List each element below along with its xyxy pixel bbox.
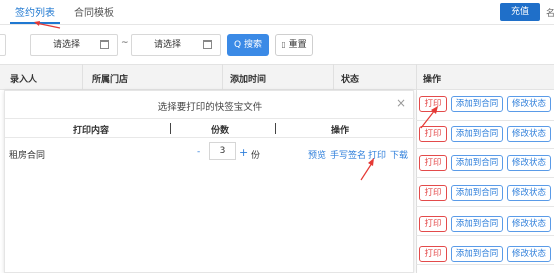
print-button[interactable]: 打印 bbox=[419, 185, 447, 201]
modify-status-button[interactable]: 修改状态 bbox=[507, 185, 551, 201]
add-to-contract-button[interactable]: 添加到合同 bbox=[451, 246, 503, 262]
add-to-contract-button[interactable]: 添加到合同 bbox=[451, 216, 503, 232]
print-button[interactable]: 打印 bbox=[419, 155, 447, 171]
row-divider bbox=[416, 148, 554, 149]
add-to-contract-button[interactable]: 添加到合同 bbox=[451, 155, 503, 171]
unit-label: 份 bbox=[251, 151, 261, 161]
row-divider bbox=[416, 177, 554, 178]
reset-button[interactable]: ▯ 重置 bbox=[275, 34, 313, 56]
table-header: 录入人 所属门店 添加时间 状态 操作 bbox=[0, 64, 554, 90]
annotation-arrow-dialog-print bbox=[360, 158, 374, 181]
actions-col-divider bbox=[416, 64, 417, 273]
annotation-arrow-print bbox=[420, 106, 438, 129]
row-divider bbox=[416, 235, 554, 236]
row-divider bbox=[416, 264, 554, 265]
col-entered-by: 录入人 bbox=[10, 75, 38, 85]
row-divider bbox=[416, 206, 554, 207]
modify-status-button[interactable]: 修改状态 bbox=[507, 246, 551, 262]
close-icon[interactable]: × bbox=[396, 96, 406, 110]
increment-button[interactable]: + bbox=[239, 146, 248, 159]
truncated-label: 名 bbox=[546, 9, 554, 19]
modify-status-button[interactable]: 修改状态 bbox=[507, 96, 551, 112]
modify-status-button[interactable]: 修改状态 bbox=[507, 155, 551, 171]
add-to-contract-button[interactable]: 添加到合同 bbox=[451, 126, 503, 142]
decrement-button[interactable]: - bbox=[197, 147, 200, 157]
modify-status-button[interactable]: 修改状态 bbox=[507, 216, 551, 232]
quantity-input[interactable]: 3 bbox=[209, 142, 236, 160]
col-status: 状态 bbox=[341, 75, 360, 85]
col-divider bbox=[222, 64, 223, 90]
add-to-contract-button[interactable]: 添加到合同 bbox=[451, 185, 503, 201]
col-actions: 操作 bbox=[423, 75, 442, 85]
date-start-picker[interactable]: 请选择 bbox=[30, 34, 118, 56]
date-start-input[interactable] bbox=[0, 34, 6, 56]
col-added-time: 添加时间 bbox=[230, 75, 267, 85]
print-file-dialog: 选择要打印的快签宝文件 × 打印内容 份数 操作 租房合同 - 3 + 份 预览… bbox=[4, 90, 415, 273]
print-button[interactable]: 打印 bbox=[419, 246, 447, 262]
preview-link[interactable]: 预览 bbox=[308, 148, 326, 161]
add-to-contract-button[interactable]: 添加到合同 bbox=[451, 96, 503, 112]
date-end-placeholder: 请选择 bbox=[154, 40, 182, 50]
reset-label: 重置 bbox=[288, 40, 307, 50]
header-divider bbox=[275, 123, 276, 134]
date-start-placeholder: 请选择 bbox=[53, 40, 81, 50]
col-print-content: 打印内容 bbox=[73, 126, 110, 136]
annotation-arrow-tab bbox=[34, 21, 61, 29]
col-store: 所属门店 bbox=[92, 75, 129, 85]
tab-divider bbox=[0, 24, 554, 25]
file-name: 租房合同 bbox=[9, 151, 46, 161]
search-button[interactable]: Q 搜索 bbox=[227, 34, 269, 56]
recharge-button[interactable]: 充值 bbox=[500, 3, 540, 21]
range-separator: ~ bbox=[121, 38, 129, 48]
calendar-icon bbox=[203, 40, 212, 49]
reset-icon: ▯ bbox=[281, 40, 286, 49]
tab-sign-list[interactable]: 签约列表 bbox=[15, 4, 55, 19]
header-divider bbox=[170, 123, 171, 134]
col-operation: 操作 bbox=[331, 126, 350, 136]
dialog-title: 选择要打印的快签宝文件 bbox=[157, 102, 263, 113]
date-end-picker[interactable]: 请选择 bbox=[131, 34, 221, 56]
col-copies: 份数 bbox=[211, 126, 230, 136]
tab-contract-template[interactable]: 合同模板 bbox=[74, 4, 114, 19]
col-divider bbox=[82, 64, 83, 90]
calendar-icon bbox=[100, 40, 109, 49]
download-link[interactable]: 下载 bbox=[390, 148, 408, 161]
dialog-table-header: 打印内容 份数 操作 bbox=[5, 118, 415, 138]
modify-status-button[interactable]: 修改状态 bbox=[507, 126, 551, 142]
col-divider bbox=[333, 64, 334, 90]
print-button[interactable]: 打印 bbox=[419, 216, 447, 232]
